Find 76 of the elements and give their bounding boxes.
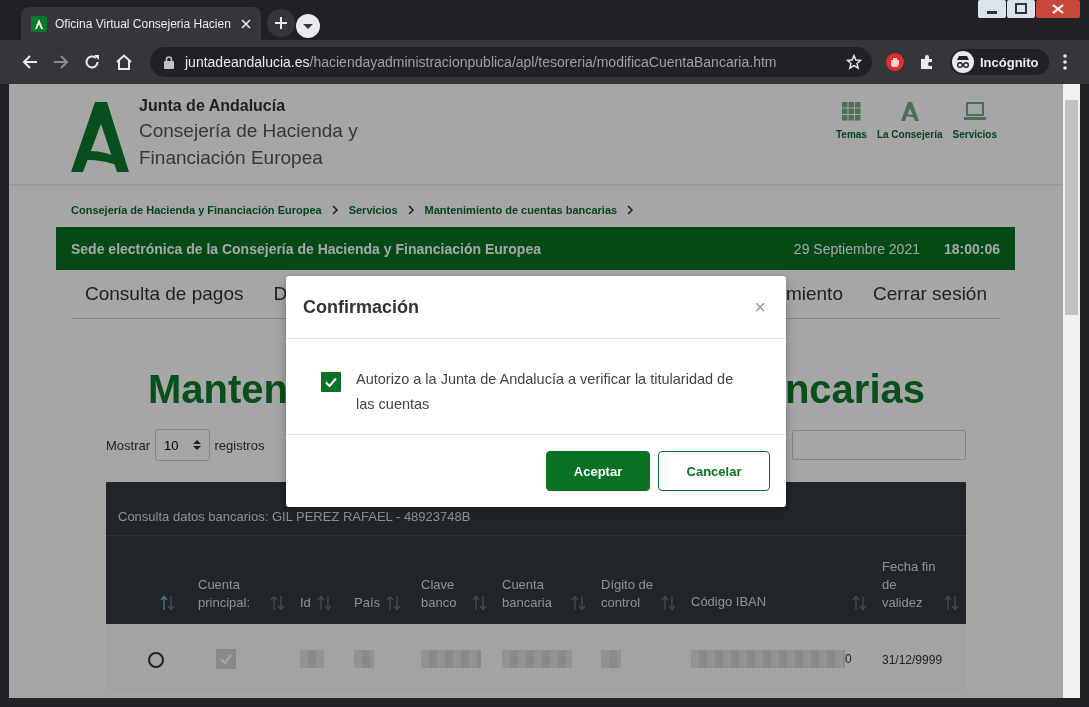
nav-link[interactable]: Cerrar sesión [872, 283, 987, 305]
organization-name: Junta de Andalucía [139, 97, 287, 115]
column-header[interactable]: Id [292, 536, 346, 624]
department-name: Financiación Europea [139, 146, 324, 170]
header-link[interactable]: Servicios [952, 102, 997, 140]
table-cell: 31/12/9999 [882, 653, 943, 667]
header-link[interactable]: Temas [835, 102, 867, 140]
maximize-icon[interactable] [1007, 0, 1035, 18]
sort-caret-icon [192, 439, 201, 451]
close-button[interactable]: × [750, 295, 770, 319]
site-favicon-icon [31, 15, 47, 32]
page-heading: ncarias [784, 366, 925, 412]
column-header[interactable]: Código IBAN [683, 536, 874, 624]
grid-icon [841, 102, 861, 121]
banner-title: Sede electrónica de la Consejería de Hacienda y Financiación Europea [71, 240, 541, 257]
breadcrumb-link[interactable]: Mantenimiento de cuentas bancarias [424, 204, 618, 216]
column-header[interactable]: Dígito de control [593, 536, 683, 624]
new-tab-icon[interactable] [267, 9, 295, 37]
authorize-checkbox[interactable] [321, 372, 341, 392]
minimize-icon[interactable] [978, 0, 1006, 18]
browser-tab[interactable]: Oficina Virtual Consejeria Hacien [21, 7, 261, 40]
nav-link[interactable]: D [273, 283, 288, 305]
dialog-title: Confirmación [303, 296, 419, 318]
chevron-icon [627, 205, 635, 215]
andalucia-logo-icon[interactable] [71, 102, 129, 172]
page-size-select[interactable]: 10 [155, 429, 210, 461]
chevron-icon [407, 205, 415, 215]
tab-search-icon[interactable] [295, 13, 321, 39]
redacted-value [300, 650, 324, 668]
redacted-value [601, 650, 621, 668]
incognito-profile-button[interactable]: Incógnito [950, 49, 1049, 75]
column-header[interactable]: Clave banco [413, 536, 494, 624]
sort-icon[interactable] [160, 595, 176, 611]
url-text: juntadeandalucia.es/haciendayadministracionpublica/apl/tesoreria/modificaCuentaBancaria.htm [185, 54, 777, 70]
nav-link[interactable]: Consulta de pagos [85, 283, 244, 305]
department-name: Consejería de Hacienda y [139, 119, 358, 143]
tab-title: Oficina Virtual Consejeria Hacien [55, 16, 232, 31]
checkbox-label: Autorizo a la Junta de Andalucía a verificar la titularidad de las cuentas [356, 370, 735, 414]
forward-icon[interactable] [53, 54, 69, 70]
column-header[interactable]: Cuenta bancaria [494, 536, 593, 624]
home-icon[interactable] [115, 54, 133, 70]
length-label: registros [214, 437, 265, 453]
address-bar[interactable]: juntadeandalucia.es/haciendayadministracionpublica/apl/tesoreria/modificaCuentaBancaria.htm [150, 47, 872, 77]
main-account-checkbox[interactable] [216, 649, 236, 669]
extensions-icon[interactable] [919, 54, 935, 70]
search-field[interactable] [792, 430, 966, 460]
incognito-icon [952, 51, 974, 73]
a-logo-icon [900, 102, 919, 121]
redacted-value [354, 650, 374, 668]
column-header[interactable]: País [346, 536, 413, 624]
lock-icon [164, 55, 174, 69]
column-header[interactable]: Fecha fin de validez [874, 536, 966, 624]
page-heading: Manten [148, 366, 288, 412]
redacted-value [502, 650, 572, 668]
menu-icon[interactable] [1062, 54, 1067, 70]
accept-button[interactable]: Aceptar [546, 451, 650, 491]
breadcrumb-link[interactable]: Servicios [348, 204, 398, 216]
reload-icon[interactable] [84, 54, 100, 70]
scrollbar[interactable] [1063, 84, 1080, 698]
bookmark-star-icon[interactable] [846, 54, 862, 70]
nav-link[interactable]: miento [785, 283, 843, 305]
table-cell: 0 [845, 652, 852, 666]
laptop-icon [963, 102, 986, 121]
redacted-value [421, 650, 481, 668]
close-window-icon[interactable] [1036, 0, 1080, 18]
banner-time: 18:00:06 [943, 240, 1000, 257]
length-label: Mostrar [106, 437, 151, 453]
breadcrumb-link[interactable]: Consejería de Hacienda y Financiación Europea [71, 204, 322, 216]
cancel-button[interactable]: Cancelar [658, 451, 770, 491]
banner-date: 29 Septiembre 2021 [793, 240, 920, 257]
row-radio[interactable] [148, 651, 164, 668]
column-header[interactable]: Cuenta principal: [190, 536, 292, 624]
header-link[interactable]: La Consejería [876, 102, 943, 140]
close-tab-icon[interactable] [241, 18, 251, 29]
chevron-icon [331, 205, 339, 215]
back-icon[interactable] [22, 54, 38, 70]
